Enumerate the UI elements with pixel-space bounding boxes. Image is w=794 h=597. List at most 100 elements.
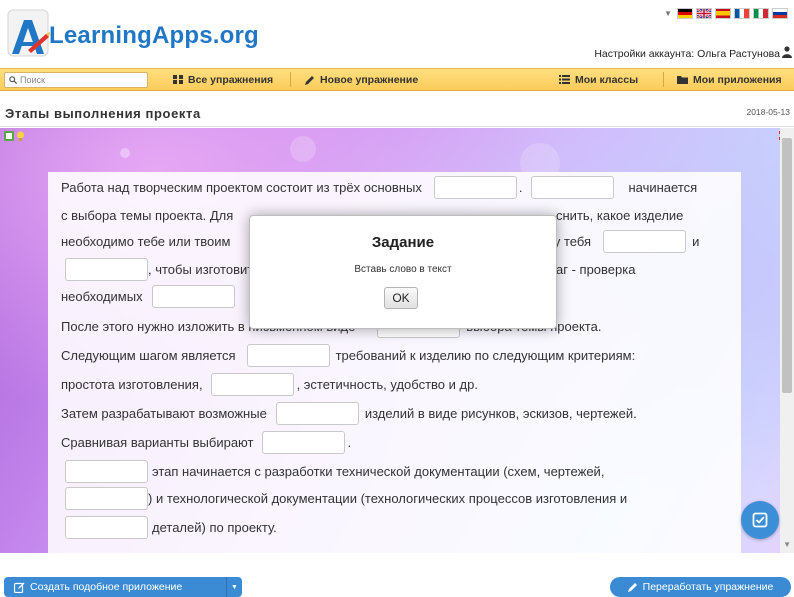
answer-blank[interactable] <box>246 344 330 367</box>
nav-my-classes[interactable]: Мои классы <box>559 69 638 90</box>
text-segment: простота изготовления, <box>61 377 203 392</box>
text-segment: Сравнивая варианты выбирают <box>61 435 254 450</box>
nav-all-exercises-label: Все упражнения <box>188 73 274 86</box>
text-segment: , чтобы изготовить <box>148 262 260 277</box>
account-settings-link[interactable]: Настройки аккаунта: Ольга Растунова <box>594 48 780 60</box>
folder-icon <box>677 76 688 84</box>
nav-all-exercises[interactable]: Все упражнения <box>173 69 273 90</box>
text-line: этап начинается с разработки технической… <box>61 459 604 484</box>
lightbulb-icon[interactable] <box>16 131 25 141</box>
nav-divider <box>290 72 291 87</box>
user-icon <box>782 46 792 58</box>
answer-blank[interactable] <box>151 285 235 308</box>
site-header: LearningApps.org ▼ Настройки аккаунта: О… <box>0 0 794 66</box>
app-settings-icon[interactable] <box>4 131 14 141</box>
nav-my-classes-label: Мои классы <box>575 73 639 86</box>
rework-exercise-button[interactable]: Переработать упражнение <box>610 577 791 597</box>
page-date: 2018-05-13 <box>746 107 790 117</box>
text-segment: ) и технологической документации (технол… <box>148 491 628 506</box>
text-segment: изделий в виде рисунков, эскизов, чертеж… <box>364 406 637 421</box>
nav-new-exercise-label: Новое упражнение <box>320 73 419 86</box>
flag-fr-icon[interactable] <box>734 8 750 19</box>
search-icon <box>9 76 17 84</box>
text-line: необходимых <box>61 284 235 309</box>
flag-gb-icon[interactable] <box>696 8 712 19</box>
answer-blank[interactable] <box>262 431 346 454</box>
text-line: Работа над творческим проектом состоит и… <box>61 175 697 200</box>
dialog-title: Задание <box>371 234 435 251</box>
create-similar-label: Создать подобное приложение <box>30 581 183 593</box>
flag-es-icon[interactable] <box>715 8 731 19</box>
answer-blank[interactable] <box>210 373 294 396</box>
text-line: снить, какое изделие <box>556 203 683 228</box>
text-line: Сравнивая варианты выбирают . <box>61 430 351 455</box>
list-icon <box>559 75 570 84</box>
text-segment: Работа над творческим проектом состоит и… <box>61 180 422 195</box>
page-title: Этапы выполнения проекта <box>5 106 201 121</box>
language-selector[interactable]: ▼ <box>664 8 788 19</box>
text-segment: необходимо тебе или твоим <box>61 234 231 249</box>
text-segment: Следующим шагом является <box>61 348 236 363</box>
scroll-thumb[interactable] <box>782 138 792 393</box>
text-line: простота изготовления, , эстетичность, у… <box>61 372 478 397</box>
text-segment: Затем разрабатывают возможные <box>61 406 267 421</box>
dropdown-arrow-icon[interactable]: ▼ <box>664 9 672 18</box>
task-dialog: Задание Вставь слово в текст OK <box>249 215 557 329</box>
nav-my-apps[interactable]: Мои приложения <box>677 69 782 90</box>
answer-blank[interactable] <box>433 176 517 199</box>
scroll-down-icon[interactable]: ▼ <box>783 540 791 549</box>
nav-my-apps-label: Мои приложения <box>693 73 782 86</box>
text-segment: , эстетичность, удобство и др. <box>296 377 478 392</box>
text-line: с выбора темы проекта. Для <box>61 203 233 228</box>
answer-blank[interactable] <box>65 460 148 483</box>
main-navbar: Поиск Все упражнения Новое упражнение Мо… <box>0 68 794 91</box>
check-answers-button[interactable] <box>741 501 779 539</box>
background-bokeh <box>120 148 130 158</box>
app-scrollbar[interactable]: ▼ <box>780 128 794 553</box>
pencil-icon <box>627 583 637 592</box>
background-bokeh <box>290 136 316 162</box>
answer-blank[interactable] <box>275 402 359 425</box>
divider <box>0 126 794 127</box>
logo-text[interactable]: LearningApps.org <box>49 22 259 50</box>
nav-divider <box>663 72 664 87</box>
flag-de-icon[interactable] <box>677 8 693 19</box>
text-line: Затем разрабатывают возможные изделий в … <box>61 401 637 426</box>
ok-button[interactable]: OK <box>384 287 418 309</box>
grid-icon <box>173 75 183 84</box>
text-line: деталей) по проекту. <box>61 515 277 540</box>
search-input[interactable]: Поиск <box>4 72 148 88</box>
create-similar-app-button[interactable]: Создать подобное приложение ▼ <box>4 577 242 597</box>
nav-new-exercise[interactable]: Новое упражнение <box>305 69 418 90</box>
text-line: Следующим шагом является требований к из… <box>61 343 635 368</box>
text-segment: . <box>518 180 523 195</box>
text-segment: необходимых <box>61 289 143 304</box>
create-similar-app-main[interactable]: Создать подобное приложение <box>4 577 227 597</box>
text-line: , чтобы изготовить <box>61 257 260 282</box>
dropdown-caret-icon[interactable]: ▼ <box>227 584 242 591</box>
text-line: необходимо тебе или твоим <box>61 229 230 254</box>
edit-icon <box>14 582 25 593</box>
text-segment: этап начинается с разработки технической… <box>152 464 605 479</box>
logo-icon[interactable] <box>6 4 52 62</box>
pencil-icon <box>305 75 314 85</box>
rework-label: Переработать упражнение <box>642 581 774 593</box>
text-segment: и <box>692 234 700 249</box>
text-segment: с выбора темы проекта. Для <box>61 208 234 223</box>
text-line: аг - проверка <box>556 257 635 282</box>
flag-it-icon[interactable] <box>753 8 769 19</box>
answer-blank[interactable] <box>65 487 148 510</box>
text-segment: требований к изделию по следующим критер… <box>335 348 636 363</box>
app-frame: Работа над творческим проектом состоит и… <box>0 128 794 553</box>
answer-blank[interactable] <box>65 258 148 281</box>
text-line: ) и технологической документации (технол… <box>61 486 627 511</box>
text-segment: аг - проверка <box>556 262 636 277</box>
edit-check-icon <box>752 512 768 528</box>
answer-blank[interactable] <box>603 230 687 253</box>
answer-blank[interactable] <box>531 176 615 199</box>
text-segment: . <box>347 435 352 450</box>
app-toolbar <box>4 131 25 141</box>
text-segment: деталей) по проекту. <box>152 520 277 535</box>
answer-blank[interactable] <box>65 516 148 539</box>
flag-ru-icon[interactable] <box>772 8 788 19</box>
